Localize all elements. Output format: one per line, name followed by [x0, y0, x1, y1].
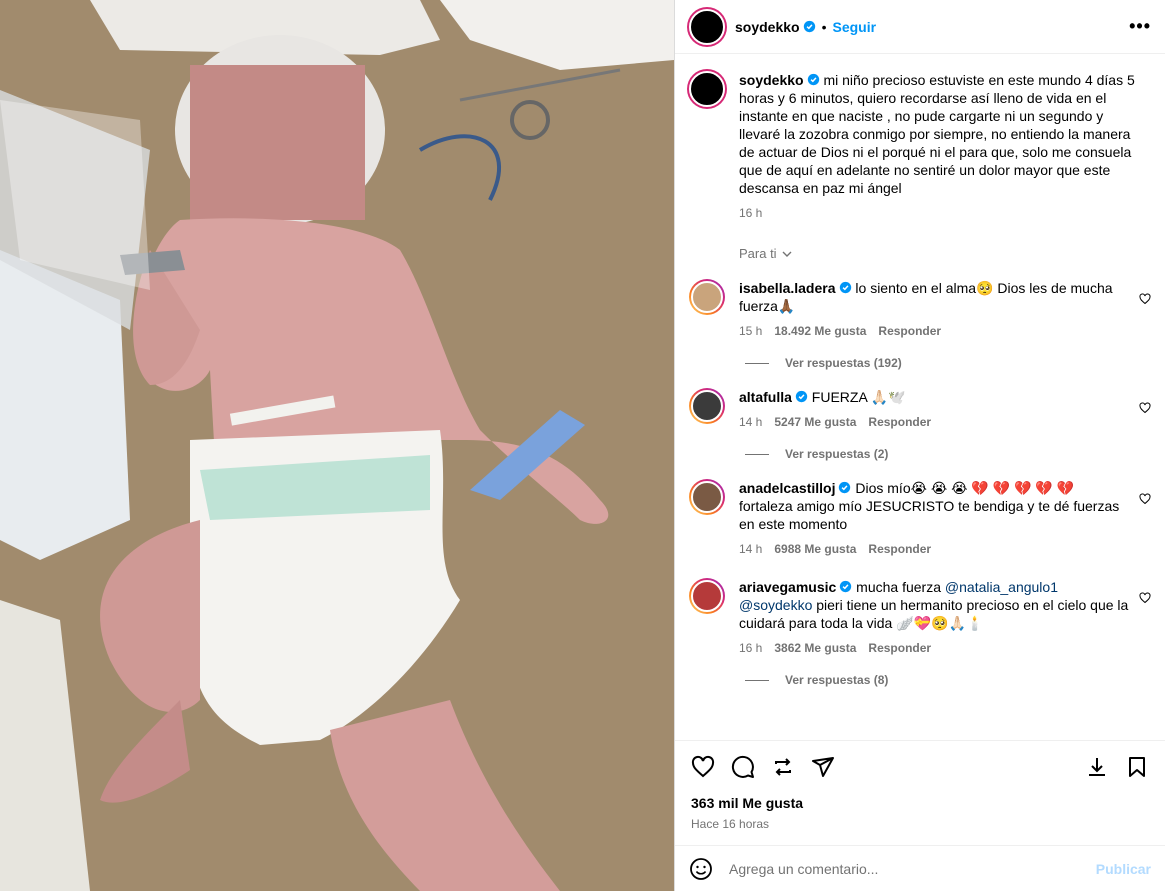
- view-replies[interactable]: Ver respuestas (192): [745, 356, 1151, 370]
- like-comment-icon[interactable]: [1139, 592, 1151, 604]
- verified-icon: [807, 73, 819, 86]
- comment-likes[interactable]: 5247 Me gusta: [774, 415, 856, 429]
- comment-item: altafulla FUERZA 🙏🏻🕊️ 14 h 5247 Me gusta R…: [689, 388, 1151, 429]
- author-username[interactable]: soydekko: [735, 19, 800, 35]
- comment-filter[interactable]: Para ti: [739, 246, 1151, 261]
- mention-link[interactable]: @natalia_angulo1: [945, 579, 1058, 595]
- follow-button[interactable]: Seguir: [833, 19, 877, 35]
- commenter-username[interactable]: ariavegamusic: [739, 579, 836, 595]
- like-comment-icon[interactable]: [1139, 493, 1151, 505]
- caption: soydekko mi niño precioso estuviste en e…: [689, 71, 1151, 220]
- commenter-avatar[interactable]: [689, 479, 725, 515]
- caption-username[interactable]: soydekko: [739, 72, 804, 88]
- reply-button[interactable]: Responder: [868, 542, 931, 556]
- heart-icon[interactable]: [691, 755, 715, 779]
- verified-icon: [803, 20, 815, 33]
- bookmark-icon[interactable]: [1125, 755, 1149, 779]
- replies-line: [745, 362, 769, 364]
- comment-likes[interactable]: 6988 Me gusta: [774, 542, 856, 556]
- like-comment-icon[interactable]: [1139, 293, 1151, 305]
- comment-input[interactable]: [729, 860, 1096, 877]
- more-options-icon[interactable]: •••: [1129, 16, 1151, 37]
- likes-count[interactable]: 363 mil Me gusta: [691, 795, 1149, 811]
- view-replies[interactable]: Ver respuestas (2): [745, 447, 1151, 461]
- comment-item: anadelcastilloj Dios mío😭 😭 😭 💔 💔 💔 💔 💔 …: [689, 479, 1151, 556]
- publish-button[interactable]: Publicar: [1096, 861, 1151, 877]
- verified-icon: [839, 481, 851, 494]
- commenter-avatar[interactable]: [689, 279, 725, 315]
- comment-item: isabella.ladera lo siento en el alma🥺 Di…: [689, 279, 1151, 338]
- comment-item: ariavegamusic mucha fuerza @natalia_angu…: [689, 578, 1151, 655]
- commenter-username[interactable]: altafulla: [739, 389, 792, 405]
- caption-time: 16 h: [739, 206, 763, 220]
- add-comment-bar: Publicar: [675, 845, 1165, 891]
- reply-button[interactable]: Responder: [878, 324, 941, 338]
- comments-list[interactable]: soydekko mi niño precioso estuviste en e…: [675, 55, 1165, 738]
- separator-dot: •: [821, 18, 827, 35]
- comment-time: 16 h: [739, 641, 763, 655]
- filter-label: Para ti: [739, 246, 777, 261]
- reply-button[interactable]: Responder: [868, 641, 931, 655]
- comment-likes[interactable]: 3862 Me gusta: [774, 641, 856, 655]
- download-icon[interactable]: [1085, 755, 1109, 779]
- caption-avatar[interactable]: [689, 71, 725, 107]
- replies-line: [745, 453, 769, 455]
- emoji-icon[interactable]: [689, 857, 713, 881]
- post-header: soydekko • Seguir •••: [675, 0, 1165, 54]
- author-avatar[interactable]: [689, 8, 725, 45]
- chevron-down-icon: [782, 251, 792, 257]
- comment-time: 14 h: [739, 542, 763, 556]
- comment-likes[interactable]: 18.492 Me gusta: [774, 324, 866, 338]
- post-panel: soydekko • Seguir ••• soydekko mi niño p…: [674, 0, 1165, 891]
- post-actions: 363 mil Me gusta Hace 16 horas: [675, 740, 1165, 831]
- comment-icon[interactable]: [731, 755, 755, 779]
- commenter-username[interactable]: anadelcastilloj: [739, 480, 835, 496]
- repost-icon[interactable]: [771, 755, 795, 779]
- verified-icon: [840, 580, 852, 593]
- post-time: Hace 16 horas: [691, 817, 770, 831]
- replies-label: Ver respuestas (192): [785, 356, 902, 370]
- commenter-avatar[interactable]: [689, 578, 725, 614]
- replies-label: Ver respuestas (8): [785, 673, 889, 687]
- verified-icon: [795, 390, 808, 403]
- post-photo: [0, 0, 674, 891]
- verified-icon: [839, 281, 851, 294]
- comment-text: mucha fuerza: [852, 579, 945, 595]
- share-icon[interactable]: [811, 755, 835, 779]
- replies-label: Ver respuestas (2): [785, 447, 889, 461]
- commenter-username[interactable]: isabella.ladera: [739, 280, 836, 296]
- replies-line: [745, 679, 769, 681]
- comment-time: 15 h: [739, 324, 763, 338]
- like-comment-icon[interactable]: [1139, 402, 1151, 414]
- comment-time: 14 h: [739, 415, 763, 429]
- mention-link[interactable]: @soydekko: [739, 597, 812, 613]
- view-replies[interactable]: Ver respuestas (8): [745, 673, 1151, 687]
- comment-text: FUERZA 🙏🏻🕊️: [807, 389, 906, 405]
- commenter-avatar[interactable]: [689, 388, 725, 424]
- caption-text: mi niño precioso estuviste en este mundo…: [739, 72, 1135, 196]
- reply-button[interactable]: Responder: [868, 415, 931, 429]
